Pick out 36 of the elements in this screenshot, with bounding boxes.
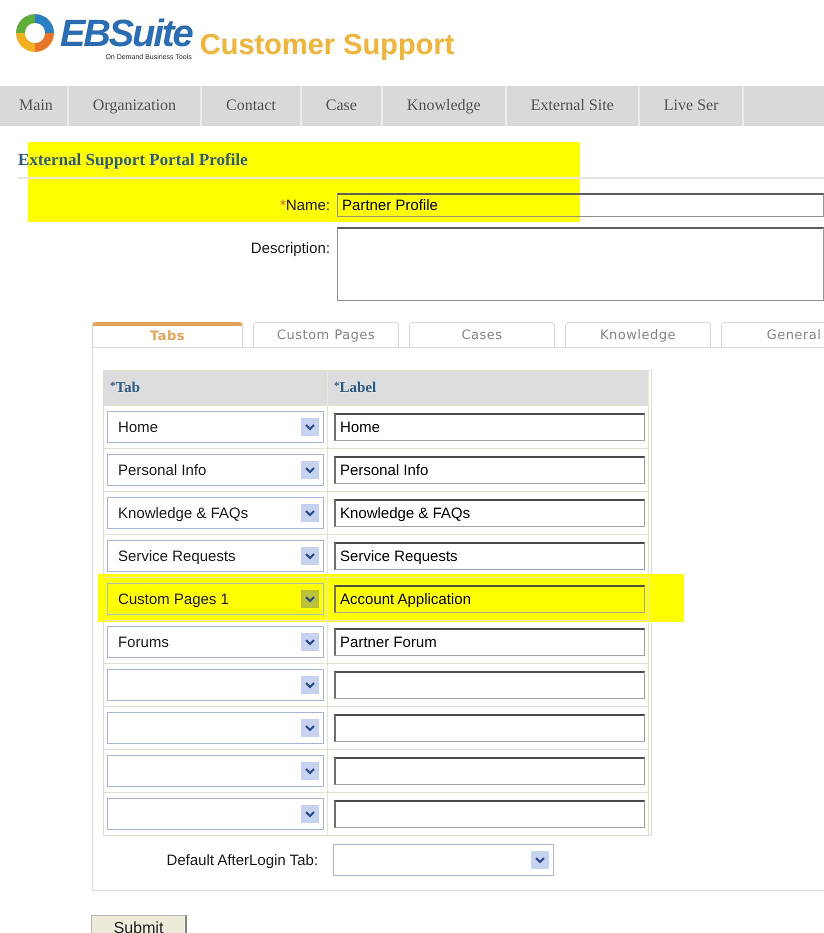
column-header: *Tab [104, 371, 328, 405]
label-field[interactable]: Partner Forum [334, 628, 645, 656]
tab-select[interactable]: Personal Info [107, 454, 324, 486]
nav-tab[interactable]: Organization [68, 86, 202, 126]
tab-select[interactable]: Service Requests [107, 540, 324, 572]
field-label: *Name: [278, 196, 330, 214]
nav-tab[interactable]: Live Ser [640, 86, 744, 126]
submit-button[interactable]: Submit [91, 915, 187, 933]
nav-tab[interactable]: Main [0, 86, 69, 126]
label-field[interactable]: Home [334, 413, 645, 441]
label-field[interactable]: Account Application [334, 585, 645, 613]
tab-select[interactable]: Custom Pages 1 [107, 583, 324, 615]
tab-select[interactable]: Forums [107, 626, 324, 658]
label-field[interactable] [334, 714, 645, 742]
label-field[interactable]: Knowledge & FAQs [334, 499, 645, 527]
label-field[interactable] [334, 800, 645, 828]
label-field[interactable] [334, 671, 645, 699]
app-title: Customer Support [200, 29, 454, 62]
logo-wordmark: EBSuite [60, 15, 192, 53]
tab[interactable]: Knowledge [565, 322, 711, 347]
label-field[interactable]: Personal Info [334, 456, 645, 484]
column-header: *Label [328, 371, 649, 405]
tab[interactable]: Custom Pages [253, 322, 399, 347]
label-field[interactable] [334, 757, 645, 785]
label-field[interactable]: Service Requests [334, 542, 645, 570]
field-label: Description: [250, 240, 330, 257]
nav-tab[interactable]: External Site [506, 86, 640, 126]
description-field[interactable] [337, 227, 824, 301]
nav-tab[interactable]: Knowledge [382, 86, 507, 126]
nav-tab[interactable]: Case [302, 86, 383, 126]
nav-tab[interactable]: Contact [202, 86, 302, 126]
field-label: Default AfterLogin Tab: [166, 852, 318, 868]
tab-select[interactable]: Knowledge & FAQs [107, 497, 324, 529]
tab[interactable]: General [721, 322, 824, 347]
tab-select[interactable]: Home [107, 411, 324, 443]
tab[interactable]: Cases [409, 322, 555, 347]
